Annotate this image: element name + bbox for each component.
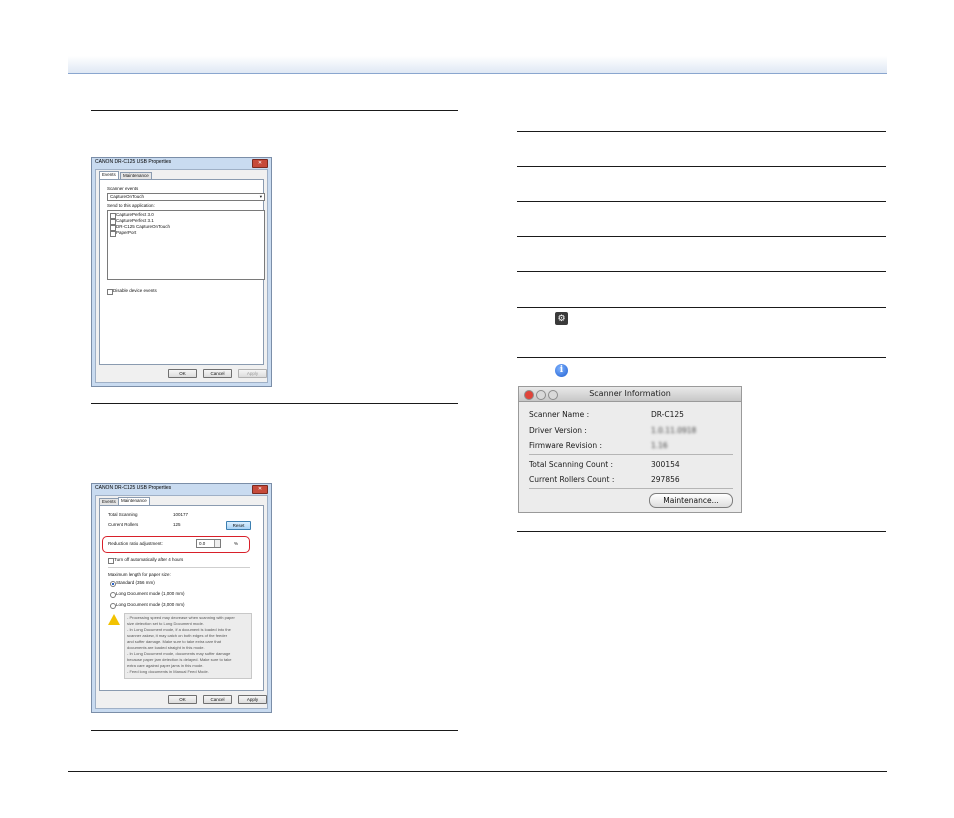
total-scanning-value: 100177 — [173, 512, 189, 517]
reduction-label: Reduction ratio adjustment: — [108, 541, 163, 546]
maintenance-button-label: Maintenance... — [663, 496, 719, 505]
rule-right-5 — [517, 271, 886, 272]
total-scanning-label: Total Scanning — [108, 512, 138, 517]
tab-maintenance[interactable]: Maintenance — [120, 172, 152, 179]
driver-version-label: Driver Version : — [529, 426, 587, 435]
max-length-label: Maximum length for paper size: — [108, 572, 171, 577]
gear-glyph: ⚙ — [557, 313, 566, 323]
cancel-button[interactable]: Cancel — [203, 695, 232, 704]
page-header-bar — [68, 56, 887, 74]
dialog-client: Events Maintenance Scanner events Captur… — [95, 169, 268, 383]
warning-line: - Feed long documents in Manual Feed Mod… — [127, 669, 209, 674]
cancel-button[interactable]: Cancel — [203, 369, 232, 378]
firmware-revision-value: 1.16 — [651, 441, 668, 450]
scanner-events-select[interactable]: CaptureOnTouch ▾ — [107, 193, 265, 201]
radio-long-1000-label: Long Document mode (1,000 mm) — [116, 591, 185, 596]
reduction-spinbox[interactable]: 0.0 — [196, 539, 221, 548]
dialog-title: CANON DR-C125 USB Properties — [95, 159, 172, 165]
tab-maintenance[interactable]: Maintenance — [118, 497, 150, 505]
gear-icon: ⚙ — [555, 312, 568, 325]
app-list: CapturePerfect 3.0 CapturePerfect 3.1 DR… — [107, 210, 265, 280]
warning-line: and suffer damage. Make sure to take ext… — [127, 639, 221, 644]
disable-events-label: Disable device events — [113, 288, 157, 293]
rule-right-8 — [517, 531, 886, 532]
reduction-unit: % — [234, 541, 239, 546]
radio-standard-label: Standard (356 mm) — [116, 580, 155, 585]
dialog-client: Events Maintenance Total Scanning 100177… — [95, 495, 268, 709]
app-item: CapturePerfect 3.1 — [116, 218, 154, 223]
ok-button[interactable]: OK — [168, 695, 197, 704]
warning-line: - In Long Document mode, documents may s… — [127, 651, 231, 656]
rule-left-3 — [91, 730, 458, 731]
rule-right-7 — [517, 357, 886, 358]
warning-line: scanner askew, it may catch on both edge… — [127, 633, 228, 638]
zoom-window-icon — [548, 390, 558, 400]
properties-dialog-events: CANON DR-C125 USB Properties ✕ Events Ma… — [91, 157, 272, 387]
divider — [529, 488, 733, 489]
events-panel: Scanner events CaptureOnTouch ▾ Send to … — [99, 179, 265, 365]
current-rollers-count-value: 297856 — [651, 475, 680, 484]
current-rollers-label: Current Rollers — [108, 522, 139, 527]
close-button[interactable]: ✕ — [252, 159, 268, 168]
close-window-icon[interactable] — [524, 390, 534, 400]
rule-right-2 — [517, 166, 886, 167]
tab-events[interactable]: Events — [99, 171, 119, 179]
rule-right-3 — [517, 201, 886, 202]
reduction-value: 0.0 — [199, 541, 206, 546]
divider — [529, 454, 733, 455]
rule-right-4 — [517, 236, 886, 237]
total-scanning-count-value: 300154 — [651, 460, 680, 469]
properties-dialog-maintenance: CANON DR-C125 USB Properties ✕ Events Ma… — [91, 483, 272, 713]
apply-button[interactable]: Apply — [238, 695, 267, 704]
scanner-name-value: DR-C125 — [651, 410, 684, 419]
dialog-title: Scanner Information — [589, 389, 671, 398]
scanner-information-dialog: Scanner Information Scanner Name : DR-C1… — [518, 386, 742, 513]
ok-button[interactable]: OK — [168, 369, 197, 378]
turn-off-label: Turn off automatically after 4 hours — [114, 557, 184, 562]
app-item: PaperPort — [116, 230, 137, 235]
warning-line: documents are loaded straight in this mo… — [127, 645, 205, 650]
current-rollers-count-label: Current Rollers Count : — [529, 475, 615, 484]
app-item: CapturePerfect 3.0 — [116, 212, 154, 217]
warning-line: extra care against paper jams in this mo… — [127, 663, 204, 668]
reset-button[interactable]: Reset — [226, 521, 251, 530]
current-rollers-value: 125 — [173, 522, 181, 527]
tab-events[interactable]: Events — [99, 498, 119, 505]
divider — [108, 567, 250, 568]
maintenance-button[interactable]: Maintenance... — [649, 493, 733, 508]
info-icon: i — [555, 364, 568, 377]
dialog-title: CANON DR-C125 USB Properties — [95, 485, 172, 491]
warning-line: because paper jam detection is delayed. … — [127, 657, 232, 662]
app-item: DR-C125 CaptureOnTouch — [116, 224, 171, 229]
warning-box: - Processing speed may decrease when sca… — [124, 613, 252, 679]
rule-left-1 — [91, 110, 458, 111]
chevron-down-icon: ▾ — [259, 194, 262, 199]
driver-version-value: 1.0.11.0918 — [651, 426, 697, 435]
rule-left-2 — [91, 403, 458, 404]
warning-line: - In Long Document mode, if a document i… — [127, 627, 231, 632]
warning-line: - Processing speed may decrease when sca… — [127, 615, 235, 620]
total-scanning-count-label: Total Scanning Count : — [529, 460, 614, 469]
radio-long-3000-label: Long Document mode (3,000 mm) — [116, 602, 185, 607]
maintenance-panel: Total Scanning 100177 Current Rollers 12… — [99, 505, 264, 691]
apply-button[interactable]: Apply — [238, 369, 267, 378]
warning-line: size detection set to Long Document mode… — [127, 621, 204, 626]
page-footer-rule — [68, 771, 887, 772]
info-glyph: i — [559, 365, 564, 375]
warning-icon — [108, 614, 120, 625]
scanner-events-label: Scanner events — [107, 186, 139, 191]
minimize-window-icon — [536, 390, 546, 400]
rule-right-6 — [517, 307, 886, 308]
scanner-events-value: CaptureOnTouch — [110, 194, 145, 199]
scanner-name-label: Scanner Name : — [529, 410, 590, 419]
firmware-revision-label: Firmware Revision : — [529, 441, 603, 450]
close-button[interactable]: ✕ — [252, 485, 268, 494]
spin-arrows-icon[interactable] — [214, 540, 220, 547]
rule-right-1 — [517, 131, 886, 132]
send-to-label: Send to this application: — [107, 203, 155, 208]
